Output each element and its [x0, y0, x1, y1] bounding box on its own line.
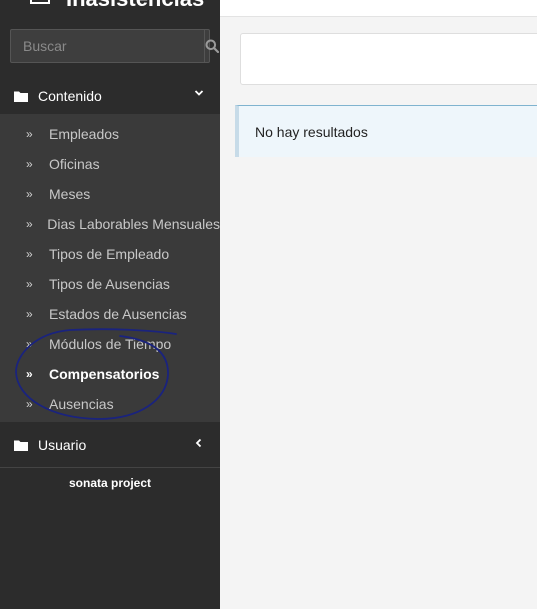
sidebar-item-label: Tipos de Empleado [49, 246, 170, 262]
sidebar-item-oficinas[interactable]: » Oficinas [0, 149, 220, 179]
brand-name[interactable]: Inasistencias [66, 0, 204, 12]
sidebar-item-ausencias[interactable]: » Ausencias [0, 389, 220, 419]
folder-icon [14, 90, 28, 102]
sidebar-item-label: Módulos de Tiempo [49, 336, 172, 352]
search-button[interactable] [204, 30, 219, 62]
submenu-contenido: » Empleados » Oficinas » Meses » Dias La… [0, 114, 220, 422]
top-navbar [220, 0, 537, 17]
menu-group-label: Usuario [38, 436, 87, 453]
sidebar-item-label: Oficinas [49, 156, 100, 172]
sidebar-item-tipos-ausencias[interactable]: » Tipos de Ausencias [0, 269, 220, 299]
angle-double-right-icon: » [26, 337, 33, 351]
angle-double-right-icon: » [26, 367, 33, 381]
angle-double-right-icon: » [26, 157, 33, 171]
angle-double-right-icon: » [26, 307, 33, 321]
sidebar-menu: Contenido » Empleados » Oficinas » Meses… [0, 78, 220, 468]
sidebar-item-label: Compensatorios [49, 366, 160, 382]
sidebar-item-label: Ausencias [49, 396, 114, 412]
folder-icon [14, 439, 28, 451]
sidebar-item-label: Empleados [49, 126, 120, 142]
empty-results-alert: No hay resultados [235, 105, 537, 157]
sidebar-item-label: Meses [49, 186, 91, 202]
angle-double-right-icon: » [26, 187, 33, 201]
sidebar-item-estados-ausencias[interactable]: » Estados de Ausencias [0, 299, 220, 329]
sidebar-item-compensatorios[interactable]: » Compensatorios [0, 359, 220, 389]
angle-double-right-icon: » [26, 277, 33, 291]
sidebar-item-label: Dias Laborables Mensuales [47, 216, 220, 232]
empty-results-message: No hay resultados [255, 123, 368, 140]
angle-double-right-icon: » [26, 397, 33, 411]
sidebar-item-dias-laborables[interactable]: » Dias Laborables Mensuales [0, 209, 220, 239]
angle-double-right-icon: » [26, 217, 33, 231]
menu-group-contenido[interactable]: Contenido [0, 78, 220, 114]
angle-double-right-icon: » [26, 247, 33, 261]
sidebar: Inasistencias Contenido » Empleados [0, 0, 220, 609]
menu-group-usuario[interactable]: Usuario [0, 422, 220, 468]
sidebar-item-modulos-tiempo[interactable]: » Módulos de Tiempo [0, 329, 220, 359]
footer-link[interactable]: sonata project [0, 476, 220, 490]
angle-double-right-icon: » [26, 127, 33, 141]
sidebar-item-tipos-empleado[interactable]: » Tipos de Empleado [0, 239, 220, 269]
chevron-left-icon[interactable] [194, 438, 204, 448]
sidebar-item-label: Estados de Ausencias [49, 306, 187, 322]
search-box [10, 29, 219, 63]
search-input[interactable] [11, 30, 204, 62]
chevron-down-icon[interactable] [194, 88, 204, 98]
brand-bar: Inasistencias [0, 0, 220, 17]
sidebar-item-meses[interactable]: » Meses [0, 179, 220, 209]
filter-panel [240, 33, 537, 85]
brand-icon [30, 0, 50, 4]
menu-group-label: Contenido [38, 88, 102, 104]
sidebar-item-empleados[interactable]: » Empleados [0, 119, 220, 149]
search-icon [205, 39, 219, 53]
sidebar-item-label: Tipos de Ausencias [49, 276, 170, 292]
